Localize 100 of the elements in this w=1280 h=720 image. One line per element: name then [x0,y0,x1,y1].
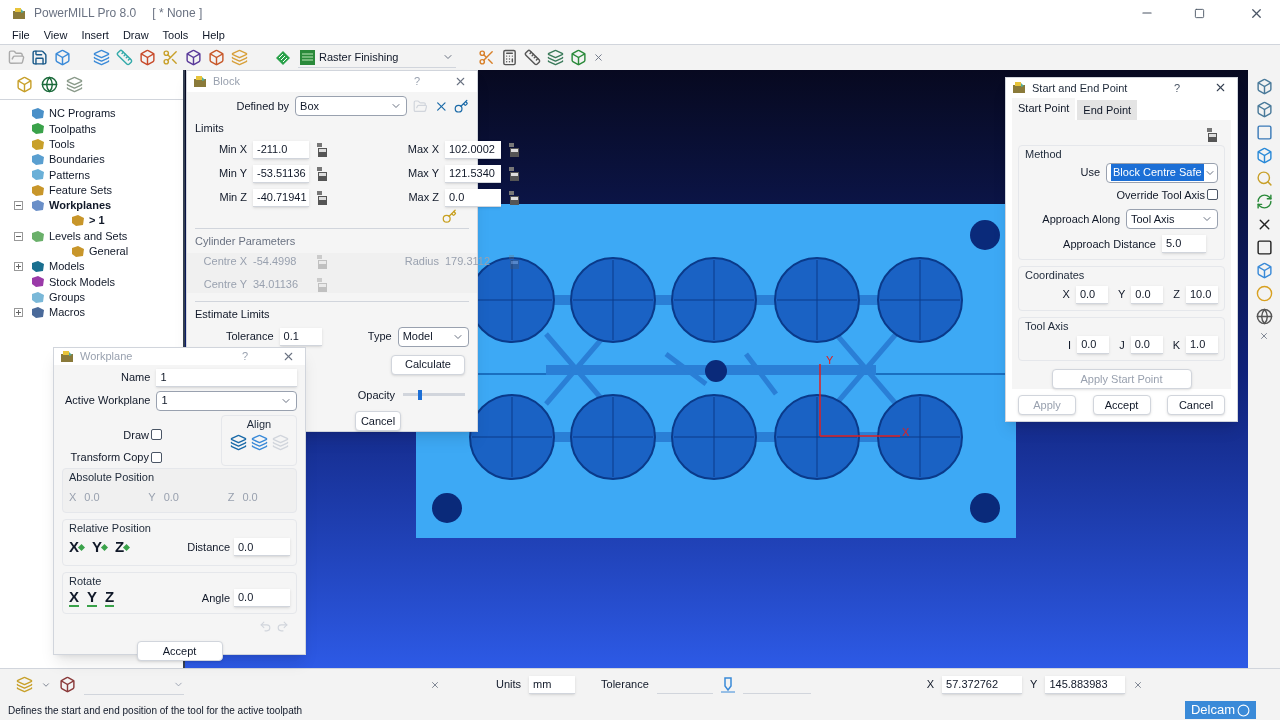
tree-item[interactable]: Stock Models [49,273,116,291]
tab[interactable]: Start Point [1012,97,1076,120]
cube-icon[interactable] [208,49,225,66]
zoom-icon[interactable] [1255,170,1273,187]
square-icon[interactable] [1255,239,1273,256]
refresh-icon[interactable] [1255,193,1273,210]
axis-rotate-button[interactable]: Z [105,589,115,607]
tree-item[interactable]: Toolpaths [49,120,97,138]
text-field[interactable]: 10.0 [1186,285,1218,304]
tree-item[interactable]: Models [49,258,85,275]
cube-icon[interactable] [1255,78,1273,95]
text-field[interactable]: 121.5340 [445,164,501,183]
layers-icon[interactable] [250,434,268,451]
menu-item[interactable]: Draw [122,26,149,44]
collapse-toggle[interactable] [13,200,23,210]
axis-rotate-button[interactable]: X [69,589,79,607]
dialog-button[interactable]: Accept [136,641,223,661]
menu-item[interactable]: Help [202,26,225,44]
strategy-dropdown[interactable]: Raster Finishing [298,47,456,68]
tree-item[interactable]: Workplanes [49,197,112,214]
close-icon[interactable] [454,75,467,88]
text-field[interactable]: -40.71941 [253,188,309,207]
menu-item[interactable]: View [43,26,68,44]
maximize-icon[interactable] [1194,7,1205,19]
dropdown[interactable]: Model [397,326,469,347]
tree-item[interactable]: Tools [49,136,75,153]
dialog-button[interactable]: Cancel [1167,395,1225,415]
dropdown[interactable]: Box [295,96,407,116]
scissors-icon[interactable] [478,49,495,66]
text-field[interactable]: 1.0 [1186,336,1218,354]
menu-item[interactable]: File [12,26,30,44]
units-field[interactable]: mm [529,675,576,694]
toolpath-icon[interactable] [274,48,292,67]
text-field[interactable]: 0.0 [1075,285,1108,304]
axis-move-button[interactable]: Z [115,536,130,559]
cube-icon[interactable] [1255,262,1273,279]
axis-move-button[interactable]: Y [92,536,108,559]
folder-icon[interactable] [8,49,25,66]
axis-move-button[interactable]: X [69,536,84,559]
expand-toggle[interactable] [13,262,23,272]
text-field[interactable]: -53.51136 [253,164,309,183]
globe-icon[interactable] [1255,308,1273,325]
tree-item[interactable]: Patterns [49,166,90,184]
layers-icon[interactable] [16,676,33,693]
cube-icon[interactable] [54,49,71,66]
text-field[interactable]: 0.0 [445,188,501,207]
text-field[interactable]: -211.0 [253,140,309,159]
circle-icon[interactable] [1255,285,1273,302]
cube-icon[interactable] [570,49,587,66]
coordinate-field[interactable]: 57.372762 [942,675,1023,694]
dropdown[interactable]: Block Centre Safe [1106,162,1218,183]
slider-thumb-icon[interactable] [720,676,735,693]
text-field[interactable]: 1 [156,368,297,387]
dialog-button[interactable]: Cancel [355,411,401,431]
key-icon[interactable] [442,208,457,224]
text-field[interactable]: 0.0 [1077,336,1110,354]
ruler-icon[interactable] [524,49,541,66]
layers-icon[interactable] [93,49,110,66]
layers-icon[interactable] [547,49,564,66]
help-button[interactable]: ? [1173,79,1180,96]
dropdown[interactable]: 1 [156,390,297,411]
tree-item[interactable]: Boundaries [49,151,105,168]
tree-item[interactable]: Feature Sets [49,181,112,199]
cube-icon[interactable] [1255,147,1273,164]
menu-item[interactable]: Tools [162,26,189,44]
cube-icon[interactable] [139,49,156,66]
save-icon[interactable] [31,49,48,66]
tree-item[interactable]: Macros [49,304,86,321]
cube-icon[interactable] [185,49,202,66]
text-field[interactable]: 102.0002 [445,140,501,159]
tree-item[interactable]: Levels and Sets [49,227,128,245]
expand-toggle[interactable] [13,308,23,317]
collapse-toggle[interactable] [13,231,23,241]
text-field[interactable]: 0.0 [234,538,290,557]
layers-icon[interactable] [66,76,83,93]
text-field[interactable]: 0.0 [1131,285,1164,304]
tree-item[interactable]: NC Programs [49,105,116,122]
slider-thumb[interactable] [417,389,422,400]
cube-icon[interactable] [59,676,76,693]
tree-item[interactable]: Groups [49,288,86,306]
opacity-slider[interactable] [403,389,465,400]
text-field[interactable]: 0.0 [1130,336,1163,354]
tree-item[interactable]: General [89,243,129,260]
text-field[interactable]: 0.1 [279,327,323,346]
layers-icon[interactable] [229,434,247,451]
dialog-button[interactable]: Calculate [391,354,465,375]
axis-rotate-button[interactable]: Y [87,589,98,607]
menu-item[interactable]: Insert [81,26,109,44]
cube-icon[interactable] [1255,101,1273,118]
checkbox[interactable] [1207,189,1218,201]
checkbox[interactable] [151,429,162,441]
tab[interactable]: End Point [1077,99,1138,120]
text-field[interactable]: 0.0 [234,589,290,607]
calculator-icon[interactable] [501,49,518,66]
globe-icon[interactable] [41,76,58,93]
tree-item[interactable]: > 1 [89,212,105,229]
key-icon[interactable] [454,98,469,114]
coordinate-field[interactable]: 145.883983 [1045,675,1126,694]
text-field[interactable]: 5.0 [1162,235,1206,253]
checkbox[interactable] [151,451,162,463]
